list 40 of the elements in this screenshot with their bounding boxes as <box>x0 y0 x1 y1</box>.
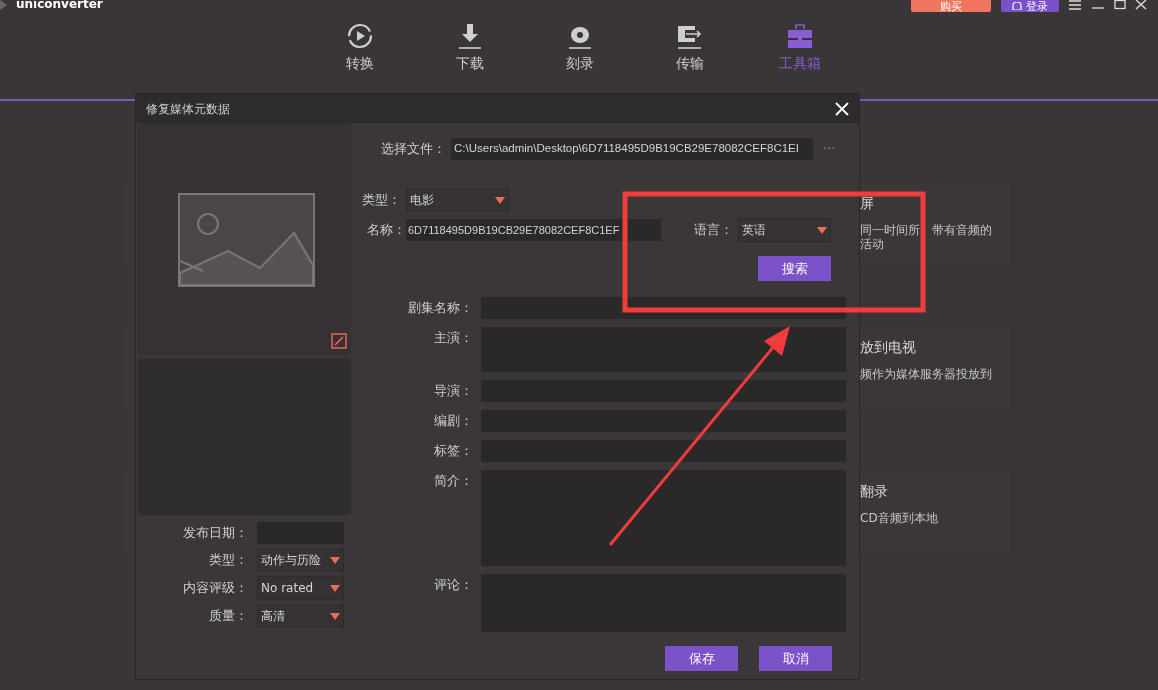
field-label: 编剧： <box>433 412 473 430</box>
name-field[interactable]: 6D7118495D9B19CB29E78082CEF8C1EF <box>406 219 661 241</box>
field-label: 简介： <box>433 472 473 490</box>
field-label: 类型： <box>362 191 402 210</box>
dropdown[interactable]: 英语 <box>738 218 831 242</box>
field-label: 标签： <box>433 442 473 460</box>
dropdown[interactable]: 动作与历险 <box>257 548 344 572</box>
dropdown[interactable]: 高清 <box>257 604 344 628</box>
field-label: 发布日期： <box>182 524 248 543</box>
field-label: 选择文件： <box>380 140 446 159</box>
login-button[interactable]: 登录 <box>1001 0 1059 12</box>
field-label: 语言： <box>694 221 734 240</box>
cancel-button[interactable]: 取消 <box>759 646 832 671</box>
card-description: 活动 <box>860 237 884 251</box>
card-description: 同一时间所 <box>860 223 920 237</box>
dropdown[interactable]: 电影 <box>406 188 509 212</box>
field-label: 主演： <box>433 329 473 347</box>
nav-tab[interactable]: 下载 <box>430 22 510 71</box>
nav-tab[interactable]: 传输 <box>650 22 730 71</box>
dropdown[interactable]: No rated <box>257 576 344 600</box>
search-button[interactable]: 搜索 <box>758 256 831 281</box>
field-label: 导演： <box>433 382 473 400</box>
card-description: 带有音频的 <box>932 223 992 237</box>
nav-tab[interactable]: 刻录 <box>540 22 620 71</box>
more-button[interactable]: ··· <box>823 139 836 159</box>
card-title: 屏 <box>860 195 875 211</box>
save-button[interactable]: 保存 <box>665 646 738 671</box>
card-description: CD音频到本地 <box>860 511 938 525</box>
dialog-title: 修复媒体元数据 <box>146 100 230 118</box>
card-description: 频作为媒体服务器投放到 <box>860 367 992 381</box>
field-label: 内容评级： <box>182 579 248 598</box>
field-label: 评论： <box>433 576 473 594</box>
nav-tab[interactable]: 转换 <box>320 22 400 71</box>
card-title: 翻录 <box>860 483 889 499</box>
field-label: 名称： <box>366 221 406 240</box>
file-path-field[interactable]: C:\Users\admin\Desktop\6D7118495D9B19CB29E78082CEF8C1EI <box>451 138 813 160</box>
field-label: 剧集名称： <box>407 299 473 317</box>
card-title: 放到电视 <box>860 339 917 355</box>
field-label: 类型： <box>208 551 248 570</box>
field-label: 质量： <box>208 607 248 626</box>
